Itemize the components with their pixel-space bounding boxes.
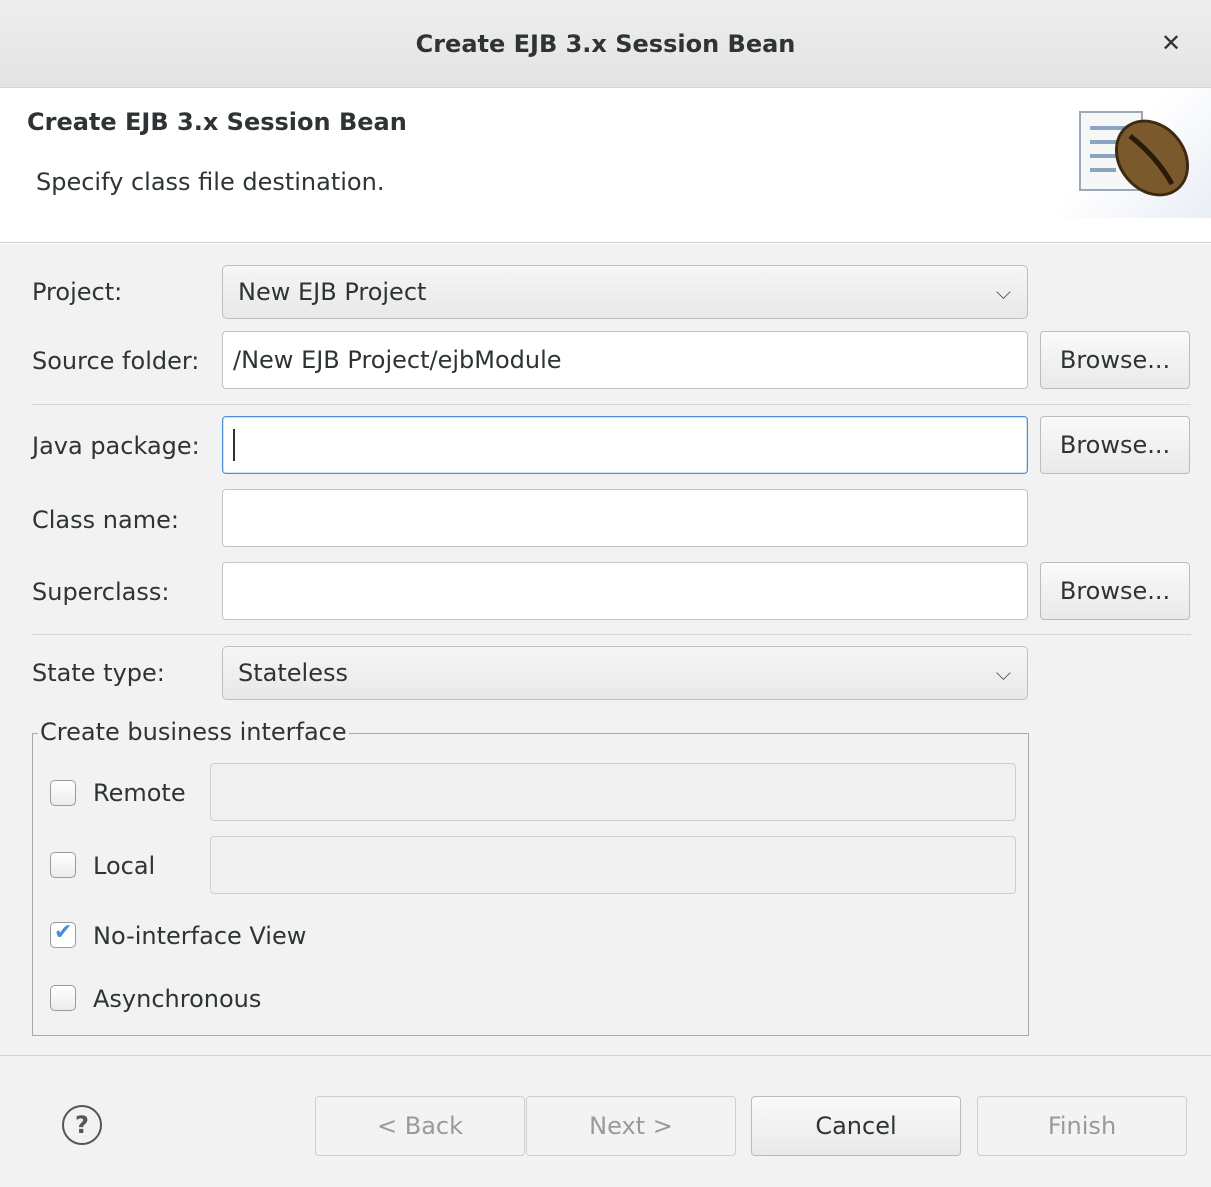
remote-interface-field[interactable] [210, 763, 1016, 821]
source-folder-value: /New EJB Project/ejbModule [233, 346, 562, 374]
footer-separator [0, 1055, 1211, 1056]
java-package-label: Java package: [32, 432, 200, 460]
local-interface-field[interactable] [210, 836, 1016, 894]
project-value: New EJB Project [238, 278, 427, 306]
separator [32, 404, 1191, 405]
banner-heading: Create EJB 3.x Session Bean [27, 108, 407, 136]
next-button[interactable]: Next > [526, 1096, 736, 1156]
source-folder-field[interactable]: /New EJB Project/ejbModule [222, 331, 1028, 389]
java-package-browse-button[interactable]: Browse... [1040, 416, 1190, 474]
coffee-bean-icon [1079, 111, 1190, 197]
project-label: Project: [32, 278, 123, 306]
local-label: Local [93, 852, 156, 880]
asynchronous-label: Asynchronous [93, 985, 262, 1013]
superclass-browse-button[interactable]: Browse... [1040, 562, 1190, 620]
banner-description: Specify class file destination. [36, 168, 385, 196]
wizard-banner: Create EJB 3.x Session Bean Specify clas… [0, 88, 1211, 243]
project-combo[interactable]: New EJB Project ⌵ [222, 265, 1028, 319]
separator [32, 634, 1191, 635]
source-folder-browse-button[interactable]: Browse... [1040, 331, 1190, 389]
window-title: Create EJB 3.x Session Bean [415, 30, 796, 58]
remote-checkbox[interactable] [50, 780, 76, 806]
class-name-label: Class name: [32, 506, 179, 534]
close-icon[interactable]: ✕ [1158, 30, 1184, 56]
text-caret [233, 429, 235, 461]
local-checkbox[interactable] [50, 852, 76, 878]
class-name-field[interactable] [222, 489, 1028, 547]
finish-button[interactable]: Finish [977, 1096, 1187, 1156]
chevron-down-icon: ⌵ [995, 661, 1011, 685]
back-button[interactable]: < Back [315, 1096, 525, 1156]
superclass-field[interactable] [222, 562, 1028, 620]
asynchronous-checkbox[interactable] [50, 985, 76, 1011]
state-type-combo[interactable]: Stateless ⌵ [222, 646, 1028, 700]
no-interface-view-label: No-interface View [93, 922, 307, 950]
no-interface-view-checkbox[interactable] [50, 920, 76, 948]
state-type-value: Stateless [238, 659, 348, 687]
superclass-label: Superclass: [32, 578, 170, 606]
source-folder-label: Source folder: [32, 347, 200, 375]
title-bar: Create EJB 3.x Session Bean ✕ [0, 0, 1211, 88]
java-package-field[interactable] [222, 416, 1028, 474]
help-icon[interactable]: ? [62, 1105, 102, 1145]
state-type-label: State type: [32, 659, 165, 687]
chevron-down-icon: ⌵ [995, 280, 1011, 304]
remote-label: Remote [93, 779, 186, 807]
cancel-button[interactable]: Cancel [751, 1096, 961, 1156]
business-interface-group-title: Create business interface [38, 718, 349, 746]
